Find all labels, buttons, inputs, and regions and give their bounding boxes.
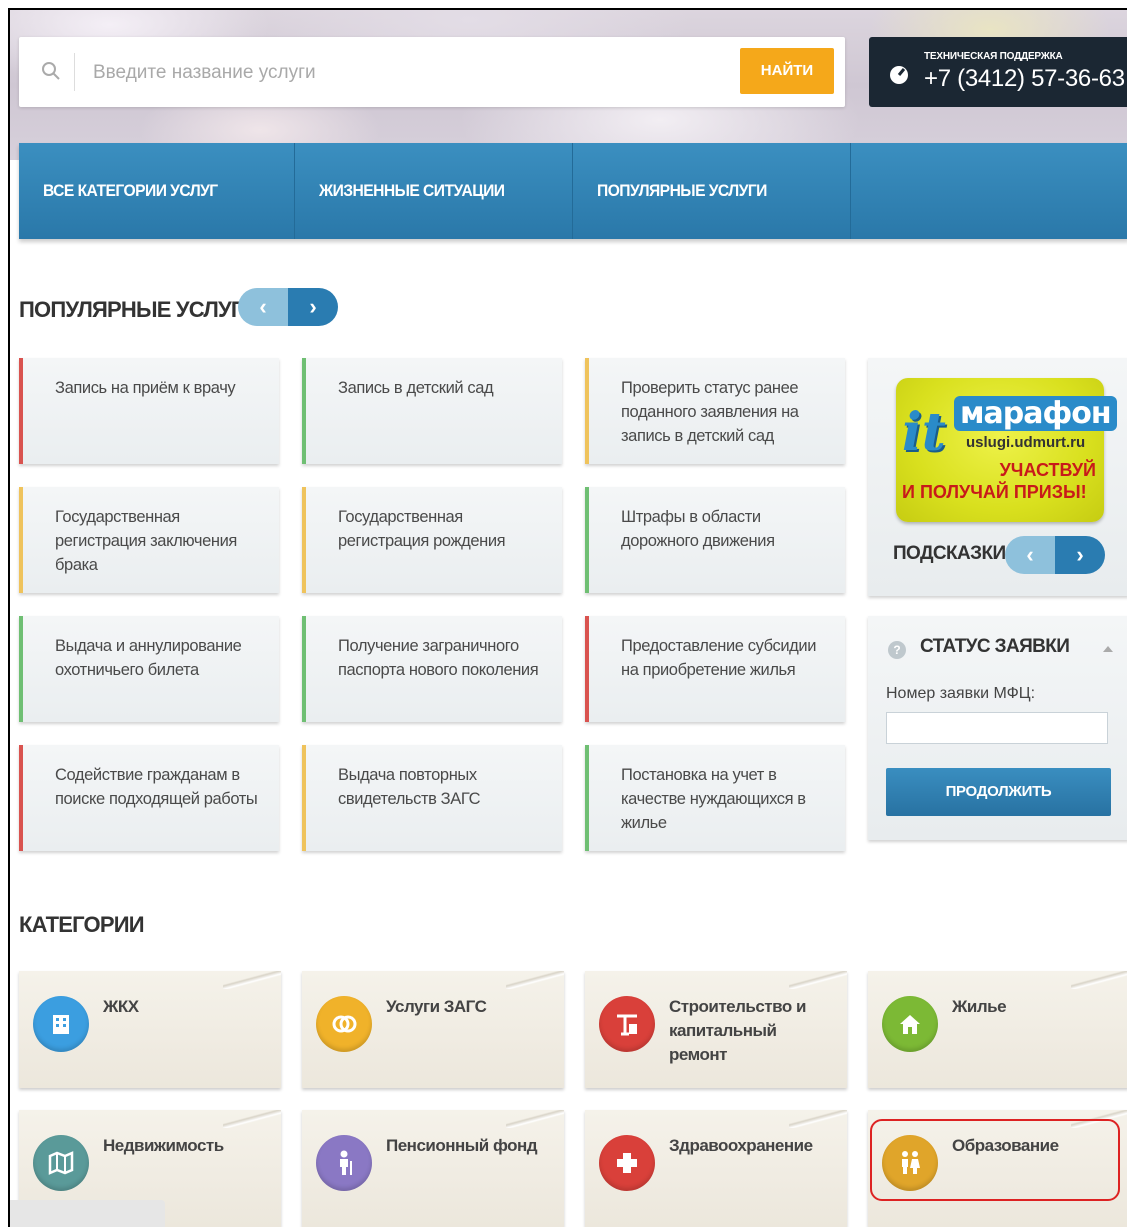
collapse-caret-icon[interactable] (1103, 646, 1113, 652)
hints-next-button[interactable]: › (1055, 536, 1105, 574)
banner-it-logo: it (902, 402, 946, 463)
popular-services-title: ПОПУЛЯРНЫЕ УСЛУГИ (19, 297, 258, 322)
support-phone: +7 (3412) 57-36-63 (924, 65, 1125, 92)
continue-button[interactable]: ПРОДОЛЖИТЬ (886, 768, 1111, 816)
nav-life-situations[interactable]: ЖИЗНЕННЫЕ СИТУАЦИИ (295, 143, 573, 239)
category-label: Жилье (952, 997, 1007, 1016)
search-button[interactable]: НАЙТИ (740, 48, 834, 94)
support-gauge-icon (890, 66, 908, 84)
popular-next-button[interactable]: › (288, 288, 338, 326)
category-housing[interactable]: Жилье (868, 971, 1127, 1088)
support-label: ТЕХНИЧЕСКАЯ ПОДДЕРЖКА (924, 51, 1063, 62)
category-zags[interactable]: Услуги ЗАГС (302, 971, 564, 1088)
service-card[interactable]: Получение заграничного паспорта нового п… (302, 616, 562, 722)
service-card-label: Содействие гражданам в поиске подходящей… (55, 766, 258, 808)
main-nav: ВСЕ КАТЕГОРИИ УСЛУГ ЖИЗНЕННЫЕ СИТУАЦИИ П… (19, 143, 1127, 239)
banner-cta-participate: УЧАСТВУЙ (999, 460, 1096, 480)
it-marathon-banner[interactable]: it марафон uslugi.udmurt.ru УЧАСТВУЙ И П… (896, 378, 1117, 522)
status-number-label: Номер заявки МФЦ: (886, 685, 1036, 702)
service-card[interactable]: Государственная регистрация заключения б… (19, 487, 279, 593)
application-status-panel: ? СТАТУС ЗАЯВКИ Номер заявки МФЦ: ПРОДОЛ… (868, 616, 1127, 840)
help-icon[interactable]: ? (888, 641, 906, 659)
category-zhkh[interactable]: ЖКХ (19, 971, 281, 1088)
house-icon (882, 996, 938, 1052)
service-card-label: Постановка на учет в качестве нуждающихс… (621, 766, 806, 832)
rings-icon (316, 996, 372, 1052)
tech-support[interactable]: ТЕХНИЧЕСКАЯ ПОДДЕРЖКА +7 (3412) 57-36-63 (869, 37, 1127, 107)
service-card-label: Запись в детский сад (338, 379, 494, 397)
service-card-label: Проверить статус ранее поданного заявлен… (621, 379, 799, 445)
service-card-label: Государственная регистрация заключения б… (55, 508, 237, 574)
service-card[interactable]: Постановка на учет в качестве нуждающихс… (585, 745, 845, 851)
banner-title: марафон (954, 396, 1117, 431)
service-card-label: Выдача повторных свидетельств ЗАГС (338, 766, 481, 808)
service-card-label: Государственная регистрация рождения (338, 508, 506, 550)
search-divider (74, 53, 75, 91)
service-card-label: Запись на приём к врачу (55, 379, 236, 397)
service-card[interactable]: Государственная регистрация рождения (302, 487, 562, 593)
crane-icon (599, 996, 655, 1052)
service-card[interactable]: Проверить статус ранее поданного заявлен… (585, 358, 845, 464)
search-bar: НАЙТИ (19, 37, 845, 107)
service-card[interactable]: Выдача повторных свидетельств ЗАГС (302, 745, 562, 851)
category-healthcare[interactable]: Здравоохранение (585, 1110, 847, 1227)
elder-icon (316, 1135, 372, 1191)
building-icon (33, 996, 89, 1052)
category-label: Недвижимость (103, 1136, 224, 1155)
page-frame: НАЙТИ ТЕХНИЧЕСКАЯ ПОДДЕРЖКА +7 (3412) 57… (8, 8, 1127, 1227)
popular-prev-button[interactable]: ‹ (238, 288, 288, 326)
service-card[interactable]: Выдача и аннулирование охотничьего билет… (19, 616, 279, 722)
category-label: Услуги ЗАГС (386, 997, 487, 1016)
hints-title: ПОДСКАЗКИ (893, 543, 1006, 564)
service-card[interactable]: Запись на приём к врачу (19, 358, 279, 464)
service-card[interactable]: Предоставление субсидии на приобретение … (585, 616, 845, 722)
search-icon (42, 62, 60, 80)
application-number-input[interactable] (886, 712, 1108, 744)
service-card[interactable]: Содействие гражданам в поиске подходящей… (19, 745, 279, 851)
category-label: Пенсионный фонд (386, 1136, 538, 1155)
service-card-label: Штрафы в области дорожного движения (621, 508, 775, 550)
service-card-label: Выдача и аннулирование охотничьего билет… (55, 637, 242, 679)
service-card-label: Получение заграничного паспорта нового п… (338, 637, 539, 679)
nav-popular-services[interactable]: ПОПУЛЯРНЫЕ УСЛУГИ (573, 143, 851, 239)
banner-cta-prizes: И ПОЛУЧАЙ ПРИЗЫ! (902, 482, 1087, 502)
banner-url: uslugi.udmurt.ru (966, 434, 1086, 451)
service-card[interactable]: Запись в детский сад (302, 358, 562, 464)
popular-pager: ‹ › (238, 288, 338, 326)
hints-panel: it марафон uslugi.udmurt.ru УЧАСТВУЙ И П… (868, 358, 1127, 596)
footer-tab[interactable] (10, 1200, 165, 1227)
categories-title: КАТЕГОРИИ (19, 912, 145, 937)
status-title: СТАТУС ЗАЯВКИ (920, 636, 1070, 657)
hints-pager: ‹ › (1005, 536, 1105, 574)
category-pension-fund[interactable]: Пенсионный фонд (302, 1110, 564, 1227)
category-label: ЖКХ (103, 997, 139, 1016)
service-card[interactable]: Штрафы в области дорожного движения (585, 487, 845, 593)
hints-prev-button[interactable]: ‹ (1005, 536, 1055, 574)
medical-cross-icon (599, 1135, 655, 1191)
map-icon (33, 1135, 89, 1191)
category-label: Строительство и капитальный ремонт (669, 997, 806, 1064)
category-label: Здравоохранение (669, 1136, 813, 1155)
nav-all-categories[interactable]: ВСЕ КАТЕГОРИИ УСЛУГ (19, 143, 295, 239)
category-construction[interactable]: Строительство и капитальный ремонт (585, 971, 847, 1088)
search-input[interactable] (91, 57, 735, 89)
service-card-label: Предоставление субсидии на приобретение … (621, 637, 817, 679)
selection-highlight (870, 1119, 1120, 1201)
